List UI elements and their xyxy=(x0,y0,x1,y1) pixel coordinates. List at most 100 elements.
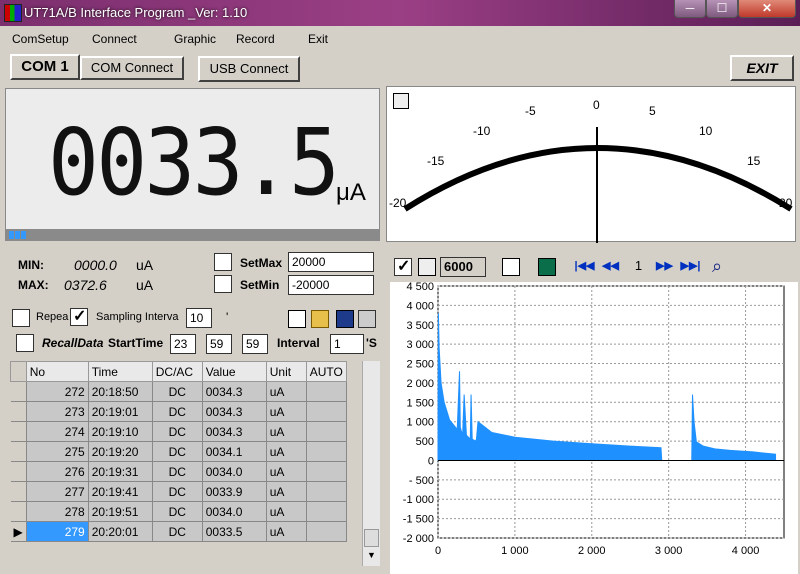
usb-connect-button[interactable]: USB Connect xyxy=(198,56,300,82)
cell-auto xyxy=(306,501,347,522)
reading-unit: μA xyxy=(336,179,366,206)
cell-dcac: DC xyxy=(152,521,203,542)
sampling-checkbox[interactable] xyxy=(70,306,88,326)
com-connect-button[interactable]: COM Connect xyxy=(80,56,184,80)
cell-time: 20:19:01 xyxy=(88,401,153,422)
row-marker: ▶ xyxy=(10,521,27,542)
menu-connect[interactable]: Connect xyxy=(92,32,137,46)
menu-record[interactable]: Record xyxy=(236,32,275,46)
sampling-interval-label: Sampling Interva xyxy=(96,311,179,323)
cell-unit: uA xyxy=(266,401,307,422)
data-table: No Time DC/AC Value Unit AUTO 272 20:18:5… xyxy=(10,361,347,542)
interval-input[interactable]: 1 xyxy=(330,334,364,354)
setmin-input[interactable]: -20000 xyxy=(288,275,374,295)
cell-time: 20:19:51 xyxy=(88,501,153,522)
row-marker xyxy=(10,381,27,402)
start-second-input[interactable]: 59 xyxy=(242,334,268,354)
cell-unit: uA xyxy=(266,421,307,442)
title-bar: UT71A/B Interface Program _Ver: 1.10 ─ ☐… xyxy=(0,0,800,26)
y-tick-label: - 500 xyxy=(409,475,434,487)
cell-auto xyxy=(306,481,347,502)
cell-dcac: DC xyxy=(152,401,203,422)
setmax-input[interactable]: 20000 xyxy=(288,252,374,272)
row-marker xyxy=(10,461,27,482)
header-value[interactable]: Value xyxy=(201,361,267,382)
min-value: 0000.0 xyxy=(74,257,117,273)
cell-value: 0033.9 xyxy=(202,481,267,502)
com-port-button[interactable]: COM 1 xyxy=(10,54,80,80)
interval-label: Interval xyxy=(277,336,320,350)
cell-value: 0034.3 xyxy=(202,381,267,402)
scroll-thumb[interactable] xyxy=(364,529,379,547)
new-file-icon[interactable] xyxy=(288,310,306,328)
recall-checkbox[interactable] xyxy=(16,334,34,352)
repeat-checkbox[interactable] xyxy=(12,309,30,327)
header-dcac[interactable]: DC/AC xyxy=(151,361,203,382)
cell-dcac: DC xyxy=(152,501,203,522)
cell-no: 276 xyxy=(26,461,89,482)
cell-auto xyxy=(306,441,347,462)
reading-value: 0033.5 xyxy=(48,109,340,216)
meter-settings-icon[interactable] xyxy=(393,93,409,109)
header-auto[interactable]: AUTO xyxy=(305,361,347,382)
x-tick-label: 0 xyxy=(435,545,441,557)
y-tick-label: 500 xyxy=(416,436,434,448)
window-title: UT71A/B Interface Program _Ver: 1.10 xyxy=(24,5,248,20)
analog-bargraph xyxy=(5,229,380,241)
cell-time: 20:19:31 xyxy=(88,461,153,482)
setmin-checkbox[interactable] xyxy=(214,275,232,293)
header-no[interactable]: No xyxy=(25,361,89,382)
graph-mode-icon[interactable] xyxy=(418,258,436,276)
meter-label: 15 xyxy=(747,154,761,168)
cell-time: 20:19:10 xyxy=(88,421,153,442)
zoom-icon[interactable]: ⌕ xyxy=(712,256,722,277)
table-scrollbar[interactable]: ▼ xyxy=(362,361,380,566)
y-tick-label: -1 500 xyxy=(403,514,434,526)
table-row[interactable]: 277 20:19:41 DC 0033.9 uA xyxy=(10,481,347,502)
setmax-checkbox[interactable] xyxy=(214,253,232,271)
cell-unit: uA xyxy=(266,481,307,502)
table-row[interactable]: 274 20:19:10 DC 0034.3 uA xyxy=(10,421,347,442)
prev-page-button[interactable]: ◀◀ xyxy=(598,257,623,277)
maximize-button[interactable]: ☐ xyxy=(706,0,738,18)
header-time[interactable]: Time xyxy=(87,361,153,382)
trend-chart: 4 500 4 000 3 500 3 000 2 500 2 000 1 500 1 000… xyxy=(390,282,798,574)
table-row[interactable]: 273 20:19:01 DC 0034.3 uA xyxy=(10,401,347,422)
table-row[interactable]: 272 20:18:50 DC 0034.3 uA xyxy=(10,381,347,402)
table-body: 272 20:18:50 DC 0034.3 uA 273 20:19:01 DC 0034.3… xyxy=(10,381,347,542)
table-row[interactable]: ▶ 279 20:20:01 DC 0033.5 uA xyxy=(10,521,347,542)
print-icon[interactable] xyxy=(358,310,376,328)
menu-comsetup[interactable]: ComSetup xyxy=(12,32,69,46)
exit-button[interactable]: EXIT xyxy=(730,55,794,81)
start-hour-input[interactable]: 23 xyxy=(170,334,196,354)
graph-enable-checkbox[interactable] xyxy=(394,256,412,276)
close-button[interactable]: ✕ xyxy=(738,0,796,18)
cell-time: 20:19:20 xyxy=(88,441,153,462)
table-row[interactable]: 276 20:19:31 DC 0034.0 uA xyxy=(10,461,347,482)
graph-new-icon[interactable] xyxy=(502,258,520,276)
last-page-button[interactable]: ▶▶| xyxy=(678,257,703,277)
cell-time: 20:18:50 xyxy=(88,381,153,402)
menu-exit[interactable]: Exit xyxy=(308,32,328,46)
table-row[interactable]: 278 20:19:51 DC 0034.0 uA xyxy=(10,501,347,522)
graph-points-field[interactable]: 6000 xyxy=(440,257,486,277)
sampling-interval-input[interactable]: 10 xyxy=(186,308,212,328)
start-time-label: StartTime xyxy=(108,336,164,350)
cell-no: 274 xyxy=(26,421,89,442)
open-folder-icon[interactable] xyxy=(311,310,329,328)
x-tick-label: 1 000 xyxy=(501,545,529,557)
start-minute-input[interactable]: 59 xyxy=(206,334,232,354)
graph-save-icon[interactable] xyxy=(538,258,556,276)
first-page-button[interactable]: |◀◀ xyxy=(572,257,597,277)
minimize-button[interactable]: ─ xyxy=(674,0,706,18)
y-tick-label: 1 500 xyxy=(406,397,434,409)
header-unit[interactable]: Unit xyxy=(265,361,307,382)
menu-graphic[interactable]: Graphic xyxy=(174,32,216,46)
scroll-down-icon[interactable]: ▼ xyxy=(364,550,379,564)
save-icon[interactable] xyxy=(336,310,354,328)
cell-unit: uA xyxy=(266,521,307,542)
table-row[interactable]: 275 20:19:20 DC 0034.1 uA xyxy=(10,441,347,462)
y-tick-label: 4 500 xyxy=(406,282,434,293)
next-page-button[interactable]: ▶▶ xyxy=(652,257,677,277)
y-tick-label: 0 xyxy=(428,455,434,467)
